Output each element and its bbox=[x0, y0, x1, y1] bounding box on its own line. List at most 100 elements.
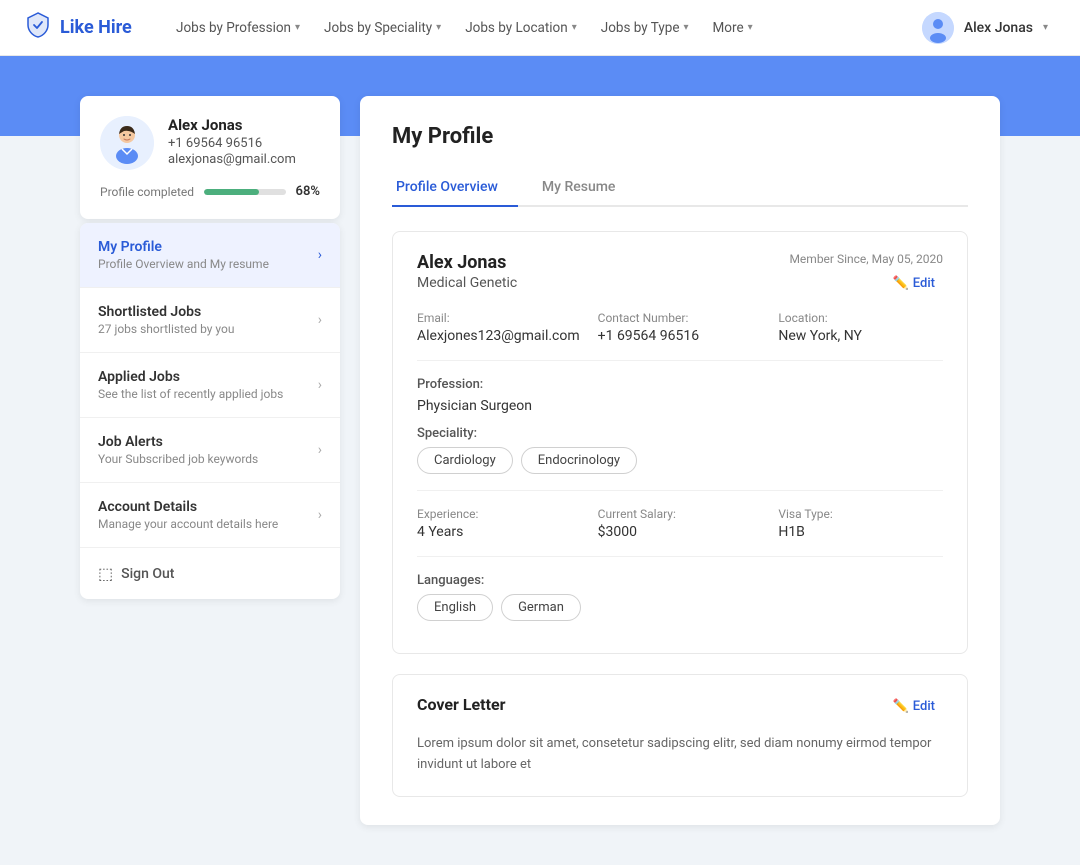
sidebar-item-account-details[interactable]: Account Details Manage your account deta… bbox=[80, 483, 340, 548]
profile-completion: Profile completed 68% bbox=[100, 184, 320, 199]
cover-letter-section: Cover Letter ✏️ Edit Lorem ipsum dolor s… bbox=[392, 674, 968, 797]
profile-header: Alex Jonas +1 69564 96516 alexjonas@gmai… bbox=[100, 116, 320, 170]
sidebar-item-shortlisted-jobs[interactable]: Shortlisted Jobs 27 jobs shortlisted by … bbox=[80, 288, 340, 353]
sidebar-item-title: Shortlisted Jobs bbox=[98, 304, 234, 320]
navbar: Like Hire Jobs by Profession ▾ Jobs by S… bbox=[0, 0, 1080, 56]
edit-cover-letter-button[interactable]: ✏️ Edit bbox=[885, 695, 943, 718]
completion-label: Profile completed bbox=[100, 185, 194, 199]
edit-icon: ✏️ bbox=[893, 276, 909, 291]
chevron-right-icon: › bbox=[318, 442, 322, 458]
profile-name: Alex Jonas bbox=[168, 116, 296, 134]
sidebar-item-my-profile[interactable]: My Profile Profile Overview and My resum… bbox=[80, 223, 340, 288]
sidebar-item-applied-jobs[interactable]: Applied Jobs See the list of recently ap… bbox=[80, 353, 340, 418]
avatar bbox=[922, 12, 954, 44]
content-card: My Profile Profile Overview My Resume Al… bbox=[360, 96, 1000, 825]
sidebar-item-sub: Manage your account details here bbox=[98, 517, 278, 531]
chevron-right-icon: › bbox=[318, 312, 322, 328]
nav-jobs-type[interactable]: Jobs by Type ▾ bbox=[591, 14, 699, 42]
email-info: Email: Alexjones123@gmail.com bbox=[417, 311, 582, 344]
profession-value: Physician Surgeon bbox=[417, 398, 943, 414]
chevron-right-icon: › bbox=[318, 247, 322, 263]
progress-fill bbox=[204, 189, 259, 195]
email-label: Email: bbox=[417, 311, 582, 325]
speciality-tag-cardiology: Cardiology bbox=[417, 447, 513, 474]
nav-jobs-speciality[interactable]: Jobs by Speciality ▾ bbox=[314, 14, 451, 42]
main-layout: Alex Jonas +1 69564 96516 alexjonas@gmai… bbox=[0, 136, 1080, 865]
nav-items: Jobs by Profession ▾ Jobs by Speciality … bbox=[166, 14, 914, 42]
speciality-tags: Cardiology Endocrinology bbox=[417, 447, 943, 474]
chevron-right-icon: › bbox=[318, 507, 322, 523]
sidebar-menu: My Profile Profile Overview and My resum… bbox=[80, 223, 340, 599]
chevron-down-icon: ▾ bbox=[1043, 22, 1048, 33]
chevron-down-icon: ▾ bbox=[436, 22, 441, 33]
profile-phone: +1 69564 96516 bbox=[168, 136, 296, 151]
nav-more[interactable]: More ▾ bbox=[703, 14, 763, 42]
tab-my-resume[interactable]: My Resume bbox=[538, 169, 636, 205]
user-name: Alex Jonas bbox=[964, 20, 1033, 36]
name-profession-block: Alex Jonas Medical Genetic bbox=[417, 252, 517, 291]
cover-letter-title: Cover Letter bbox=[417, 695, 505, 714]
profile-email: alexjonas@gmail.com bbox=[168, 152, 296, 167]
visa-label: Visa Type: bbox=[778, 507, 943, 521]
user-profession-title: Medical Genetic bbox=[417, 275, 517, 291]
chevron-down-icon: ▾ bbox=[572, 22, 577, 33]
experience-info-grid: Experience: 4 Years Current Salary: $300… bbox=[417, 507, 943, 540]
brand-logo[interactable]: Like Hire bbox=[24, 11, 134, 44]
brand-icon bbox=[24, 11, 52, 44]
edit-profile-button[interactable]: ✏️ Edit bbox=[885, 272, 943, 295]
contact-label: Contact Number: bbox=[598, 311, 763, 325]
visa-info: Visa Type: H1B bbox=[778, 507, 943, 540]
nav-jobs-location[interactable]: Jobs by Location ▾ bbox=[455, 14, 587, 42]
tab-profile-overview[interactable]: Profile Overview bbox=[392, 169, 518, 207]
cover-letter-text: Lorem ipsum dolor sit amet, consetetur s… bbox=[417, 734, 943, 776]
section-header: Alex Jonas Medical Genetic Member Since,… bbox=[417, 252, 943, 295]
sidebar-item-sub: Your Subscribed job keywords bbox=[98, 452, 258, 466]
signout-label: Sign Out bbox=[121, 566, 174, 582]
profile-info-section: Alex Jonas Medical Genetic Member Since,… bbox=[392, 231, 968, 654]
sidebar-item-title: Account Details bbox=[98, 499, 278, 515]
speciality-tag-endocrinology: Endocrinology bbox=[521, 447, 637, 474]
salary-value: $3000 bbox=[598, 524, 763, 540]
sidebar-item-job-alerts[interactable]: Job Alerts Your Subscribed job keywords … bbox=[80, 418, 340, 483]
experience-value: 4 Years bbox=[417, 524, 582, 540]
sidebar-item-title: My Profile bbox=[98, 239, 269, 255]
user-full-name: Alex Jonas bbox=[417, 252, 517, 273]
salary-label: Current Salary: bbox=[598, 507, 763, 521]
nav-jobs-profession[interactable]: Jobs by Profession ▾ bbox=[166, 14, 310, 42]
member-since: Member Since, May 05, 2020 bbox=[789, 252, 943, 266]
tabs: Profile Overview My Resume bbox=[392, 169, 968, 207]
profile-info: Alex Jonas +1 69564 96516 alexjonas@gmai… bbox=[168, 116, 296, 167]
sidebar-item-title: Job Alerts bbox=[98, 434, 258, 450]
contact-value: +1 69564 96516 bbox=[598, 328, 763, 344]
speciality-label: Speciality: bbox=[417, 426, 943, 441]
language-tags: English German bbox=[417, 594, 943, 621]
main-content: My Profile Profile Overview My Resume Al… bbox=[360, 96, 1000, 825]
edit-icon: ✏️ bbox=[893, 699, 909, 714]
language-tag-german: German bbox=[501, 594, 581, 621]
chevron-down-icon: ▾ bbox=[295, 22, 300, 33]
experience-info: Experience: 4 Years bbox=[417, 507, 582, 540]
sidebar-item-sub: 27 jobs shortlisted by you bbox=[98, 322, 234, 336]
sidebar-profile-card: Alex Jonas +1 69564 96516 alexjonas@gmai… bbox=[80, 96, 340, 219]
sidebar-item-title: Applied Jobs bbox=[98, 369, 283, 385]
profession-label: Profession: bbox=[417, 377, 943, 392]
location-value: New York, NY bbox=[778, 328, 943, 344]
page-title: My Profile bbox=[392, 124, 968, 149]
salary-info: Current Salary: $3000 bbox=[598, 507, 763, 540]
signout-button[interactable]: ⬚ Sign Out bbox=[80, 548, 340, 599]
sidebar: Alex Jonas +1 69564 96516 alexjonas@gmai… bbox=[80, 96, 340, 825]
chevron-down-icon: ▾ bbox=[683, 22, 688, 33]
contact-info: Contact Number: +1 69564 96516 bbox=[598, 311, 763, 344]
signout-icon: ⬚ bbox=[98, 564, 113, 583]
languages-label: Languages: bbox=[417, 573, 943, 588]
user-menu[interactable]: Alex Jonas ▾ bbox=[914, 8, 1056, 48]
sidebar-item-sub: See the list of recently applied jobs bbox=[98, 387, 283, 401]
language-tag-english: English bbox=[417, 594, 493, 621]
location-info: Location: New York, NY bbox=[778, 311, 943, 344]
avatar bbox=[100, 116, 154, 170]
contact-info-grid: Email: Alexjones123@gmail.com Contact Nu… bbox=[417, 311, 943, 344]
email-value: Alexjones123@gmail.com bbox=[417, 328, 582, 344]
chevron-down-icon: ▾ bbox=[748, 22, 753, 33]
location-label: Location: bbox=[778, 311, 943, 325]
brand-name: Like Hire bbox=[60, 17, 132, 38]
